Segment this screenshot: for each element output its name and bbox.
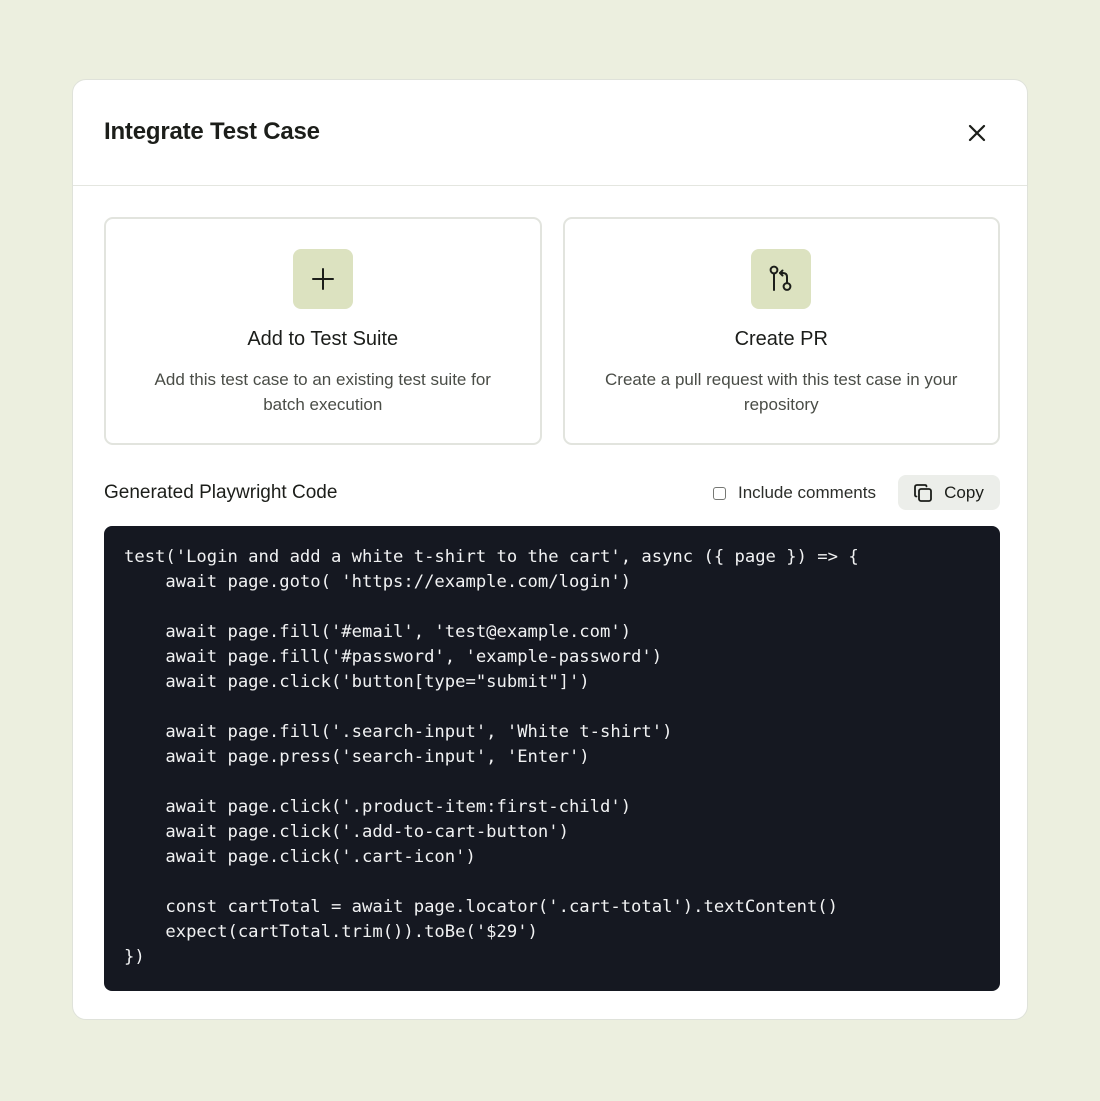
integrate-test-case-dialog: Integrate Test Case Add to Test Suite Ad… bbox=[72, 79, 1028, 1020]
code-line: await page.click('.product-item:first-ch… bbox=[124, 797, 632, 817]
code-line: await page.fill('.search-input', 'White … bbox=[124, 722, 673, 742]
code-line: await page.press('search-input', 'Enter'… bbox=[124, 747, 590, 767]
close-icon bbox=[968, 124, 986, 142]
close-button[interactable] bbox=[961, 117, 993, 149]
include-comments-label: Include comments bbox=[738, 483, 876, 502]
copy-icon bbox=[914, 483, 933, 502]
dialog-header: Integrate Test Case bbox=[73, 80, 1027, 186]
include-comments-toggle[interactable]: Include comments bbox=[713, 476, 876, 510]
add-to-test-suite-description: Add this test case to an existing test s… bbox=[154, 370, 491, 414]
create-pr-card[interactable]: Create PR Create a pull request with thi… bbox=[562, 217, 1000, 445]
add-to-test-suite-title: Add to Test Suite bbox=[247, 328, 399, 350]
code-line: }) bbox=[124, 947, 145, 967]
code-line: expect(cartTotal.trim()).toBe('$29') bbox=[124, 922, 538, 942]
code-line: const cartTotal = await page.locator('.c… bbox=[124, 897, 838, 917]
code-line: await page.fill('#password', 'example-pa… bbox=[124, 647, 663, 667]
copy-button[interactable]: Copy bbox=[898, 475, 1000, 510]
add-to-test-suite-card[interactable]: Add to Test Suite Add this test case to … bbox=[104, 217, 542, 445]
code-section-header: Generated Playwright Code Include commen… bbox=[104, 475, 1000, 510]
dialog-title: Integrate Test Case bbox=[104, 118, 320, 145]
code-line: test('Login and add a white t-shirt to t… bbox=[124, 547, 859, 567]
include-comments-checkbox[interactable] bbox=[713, 486, 726, 500]
playwright-code-block[interactable]: test('Login and add a white t-shirt to t… bbox=[104, 526, 1000, 991]
code-line: await page.click('button[type="submit"]'… bbox=[124, 672, 590, 692]
copy-label: Copy bbox=[944, 482, 984, 502]
create-pr-icon-tile bbox=[751, 249, 812, 309]
create-pr-title: Create PR bbox=[734, 328, 828, 350]
code-line: await page.click('.add-to-cart-button') bbox=[124, 822, 569, 842]
integration-options: Add to Test Suite Add this test case to … bbox=[104, 217, 1000, 445]
code-line: await page.goto( 'https://example.com/lo… bbox=[124, 572, 632, 592]
code-line: await page.fill('#email', 'test@example.… bbox=[124, 622, 632, 642]
git-pull-request-icon bbox=[769, 265, 792, 291]
code-section-heading: Generated Playwright Code bbox=[104, 482, 338, 503]
add-to-test-suite-icon-tile bbox=[292, 249, 353, 309]
create-pr-description: Create a pull request with this test cas… bbox=[605, 370, 958, 414]
plus-icon bbox=[311, 268, 334, 290]
code-line: await page.click('.cart-icon') bbox=[124, 847, 476, 867]
